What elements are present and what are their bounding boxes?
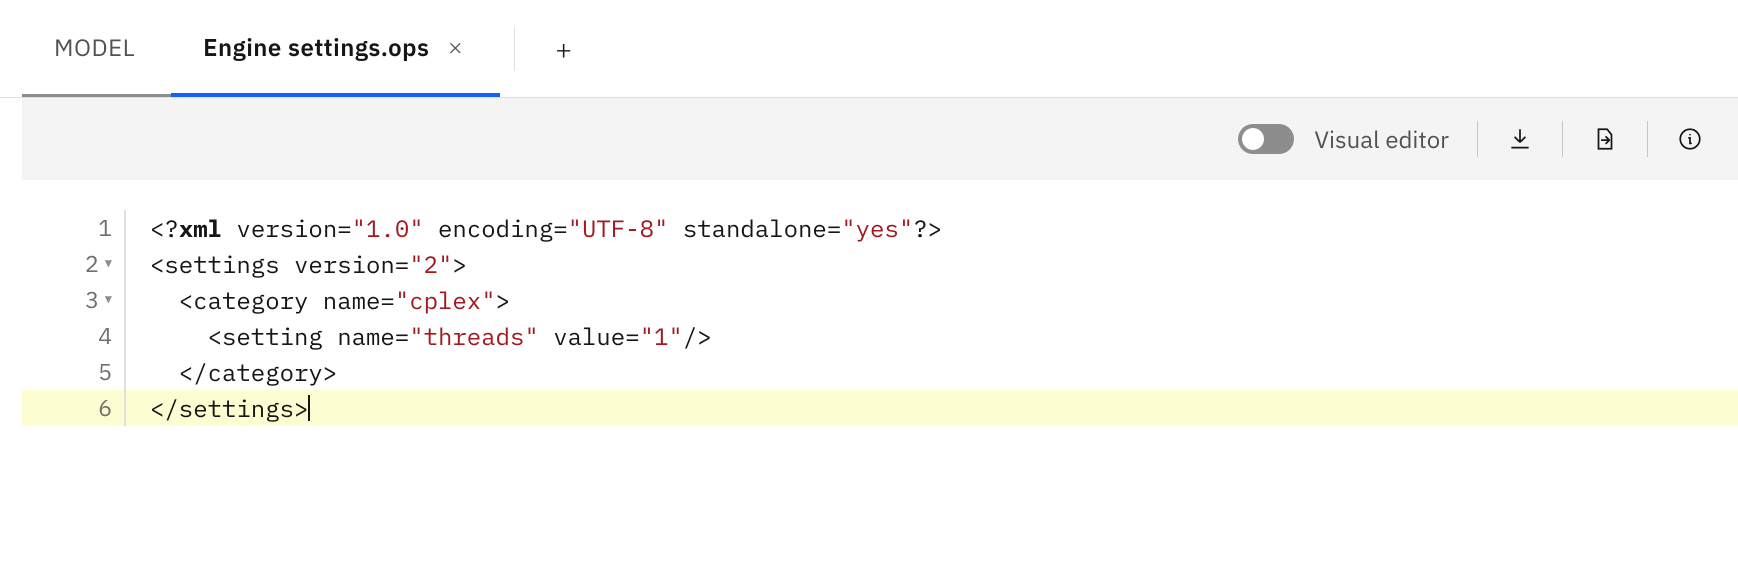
visual-editor-toggle[interactable]: Visual editor	[1238, 123, 1449, 155]
tab-label: Engine settings.ops	[203, 31, 429, 63]
import-icon[interactable]	[1591, 125, 1619, 153]
code-editor[interactable]: 1 <?xml version="1.0" encoding="UTF-8" s…	[22, 180, 1738, 588]
editor-toolbar: Visual editor	[22, 98, 1738, 180]
info-icon[interactable]	[1676, 125, 1704, 153]
line-number: 6	[22, 390, 126, 426]
add-tab-button[interactable]: +	[529, 0, 599, 97]
close-icon[interactable]: ×	[447, 34, 463, 60]
toolbar-separator	[1647, 121, 1648, 157]
code-content[interactable]: </category>	[126, 354, 1738, 390]
code-line-active[interactable]: 6 </settings>	[22, 390, 1738, 426]
toolbar-separator	[1562, 121, 1563, 157]
code-line[interactable]: 4 <setting name="threads" value="1"/>	[22, 318, 1738, 354]
download-icon[interactable]	[1506, 125, 1534, 153]
toggle-switch[interactable]	[1238, 124, 1294, 154]
line-number: 3▼	[22, 282, 126, 318]
code-line[interactable]: 1 <?xml version="1.0" encoding="UTF-8" s…	[22, 210, 1738, 246]
code-content[interactable]: <category name="cplex">	[126, 282, 1738, 318]
code-content[interactable]: <setting name="threads" value="1"/>	[126, 318, 1738, 354]
line-number: 5	[22, 354, 126, 390]
toolbar-separator	[1477, 121, 1478, 157]
tab-model[interactable]: MODEL	[22, 0, 171, 97]
text-cursor	[308, 395, 310, 421]
code-content[interactable]: </settings>	[126, 390, 1738, 426]
code-line[interactable]: 3▼ <category name="cplex">	[22, 282, 1738, 318]
code-content[interactable]: <?xml version="1.0" encoding="UTF-8" sta…	[126, 210, 1738, 246]
code-line[interactable]: 2▼ <settings version="2">	[22, 246, 1738, 282]
code-content[interactable]: <settings version="2">	[126, 246, 1738, 282]
toggle-label: Visual editor	[1314, 123, 1449, 155]
tab-separator	[514, 27, 515, 71]
tab-label: MODEL	[54, 31, 135, 63]
fold-icon[interactable]: ▼	[105, 294, 112, 306]
code-line[interactable]: 5 </category>	[22, 354, 1738, 390]
tab-engine-settings[interactable]: Engine settings.ops ×	[171, 0, 499, 97]
line-number: 4	[22, 318, 126, 354]
line-number: 1	[22, 210, 126, 246]
line-number: 2▼	[22, 246, 126, 282]
tab-bar: MODEL Engine settings.ops × +	[0, 0, 1738, 98]
fold-icon[interactable]: ▼	[105, 258, 112, 270]
